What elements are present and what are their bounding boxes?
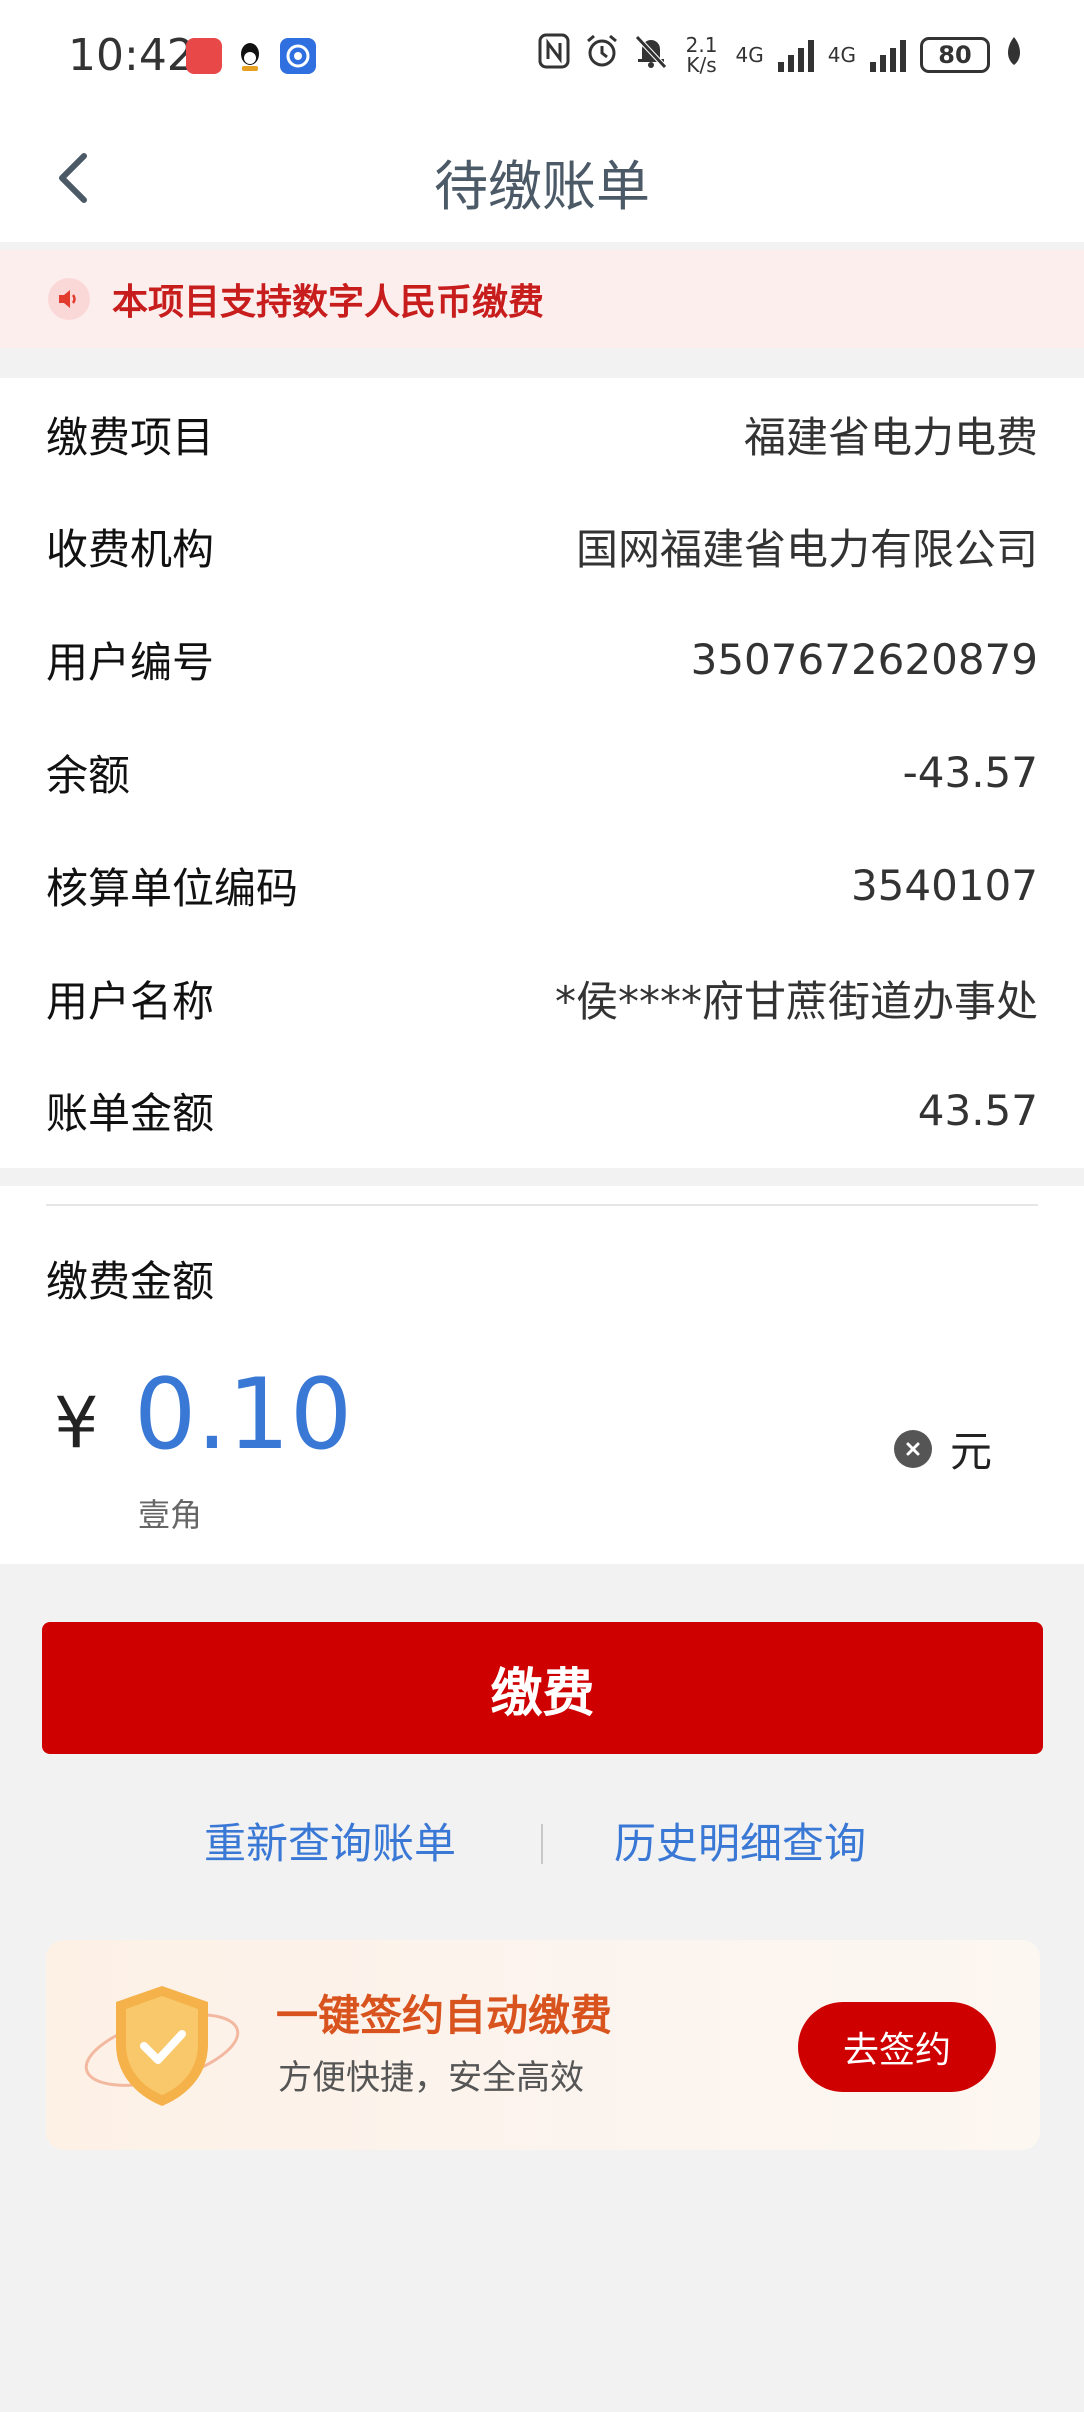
info-label: 缴费项目 (46, 412, 215, 462)
mute-icon (634, 33, 668, 77)
network-type-2: 4G (827, 43, 856, 67)
page: 10:42 2.1 K/s 4G 4G 80 待缴账单 本项目支持数字人民币缴费… (0, 0, 1084, 2412)
info-row-institution: 收费机构 国网福建省电力有限公司 (46, 490, 1038, 602)
promo-subtitle: 方便快捷，安全高效 (278, 2058, 584, 2098)
link-separator (541, 1824, 543, 1864)
info-value: 福建省电力电费 (743, 412, 1038, 462)
signal-icon (870, 38, 906, 72)
notice-text: 本项目支持数字人民币缴费 (112, 282, 545, 323)
battery-icon: 80 (920, 37, 990, 73)
info-value: 国网福建省电力有限公司 (575, 524, 1038, 574)
payment-amount-label: 缴费金额 (46, 1257, 215, 1306)
app-notification-icon (186, 38, 222, 74)
notice-banner: 本项目支持数字人民币缴费 (0, 250, 1084, 348)
shield-icon (84, 1986, 240, 2106)
info-row-user-id: 用户编号 3507672620879 (46, 603, 1038, 715)
leaf-icon (1004, 35, 1024, 75)
battery-level: 80 (938, 41, 972, 69)
currency-unit: 元 (950, 1427, 993, 1476)
info-label: 收费机构 (46, 524, 215, 574)
info-row-unit-code: 核算单位编码 3540107 (46, 829, 1038, 941)
sign-up-button[interactable]: 去签约 (798, 2002, 996, 2092)
info-row-user-name: 用户名称 *侯****府甘蔗街道办事处 (46, 942, 1038, 1054)
pay-button[interactable]: 缴费 (42, 1622, 1043, 1754)
info-label: 用户编号 (46, 637, 215, 687)
network-speed: 2.1 K/s (685, 33, 718, 77)
status-time: 10:42 (68, 30, 195, 81)
query-links: 重新查询账单 历史明细查询 (0, 1810, 1084, 1890)
info-value: *侯****府甘蔗街道办事处 (554, 976, 1038, 1026)
bill-info-card: 缴费项目 福建省电力电费 收费机构 国网福建省电力有限公司 用户编号 35076… (0, 378, 1084, 1168)
nfc-icon (538, 33, 570, 77)
app-blue-icon (280, 38, 316, 74)
currency-symbol: ¥ (54, 1382, 99, 1464)
info-label: 核算单位编码 (46, 863, 299, 913)
info-label: 账单金额 (46, 1088, 215, 1138)
speaker-icon (48, 278, 90, 320)
page-title: 待缴账单 (434, 155, 650, 218)
info-row-balance: 余额 -43.57 (46, 716, 1038, 828)
info-value: -43.57 (902, 747, 1038, 797)
info-row-bill-amount: 账单金额 43.57 (46, 1054, 1038, 1166)
signal-icon (777, 38, 814, 72)
info-label: 余额 (46, 750, 131, 800)
alarm-icon (584, 33, 620, 77)
payment-amount-input[interactable]: 0.10 (134, 1358, 352, 1472)
info-value: 3540107 (850, 860, 1038, 910)
info-row-item: 缴费项目 福建省电力电费 (46, 378, 1038, 490)
requery-bill-link[interactable]: 重新查询账单 (204, 1810, 456, 1871)
clear-icon[interactable] (894, 1430, 932, 1468)
promo-title: 一键签约自动缴费 (276, 1991, 613, 2040)
status-bar: 10:42 2.1 K/s 4G 4G 80 (0, 0, 1084, 112)
amount-in-words: 壹角 (138, 1496, 203, 1534)
auto-pay-promo[interactable]: 一键签约自动缴费 方便快捷，安全高效 去签约 (46, 1940, 1040, 2150)
info-label: 用户名称 (46, 976, 215, 1026)
status-icons: 2.1 K/s 4G 4G 80 (538, 30, 1024, 80)
qq-icon (232, 38, 268, 74)
network-type-1: 4G (735, 43, 764, 67)
history-query-link[interactable]: 历史明细查询 (614, 1810, 866, 1871)
payment-amount-card: 缴费金额 ¥ 0.10 壹角 元 (0, 1186, 1084, 1564)
divider (46, 1204, 1038, 1206)
info-value: 3507672620879 (690, 634, 1038, 684)
nav-bar: 待缴账单 (0, 112, 1084, 242)
info-value: 43.57 (917, 1085, 1038, 1135)
